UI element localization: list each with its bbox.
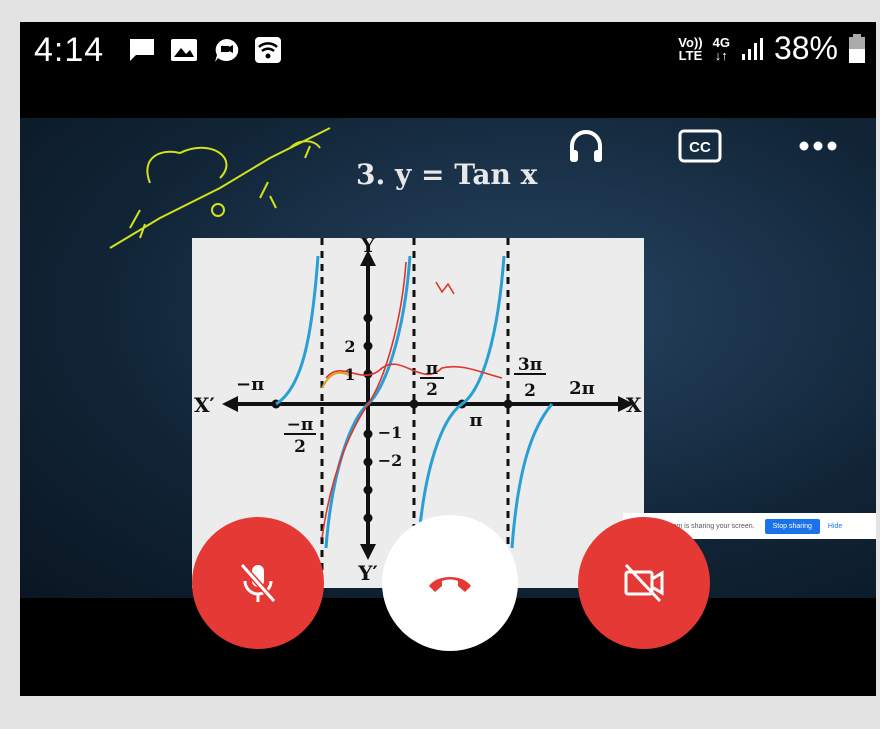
label-y2: 2 [344, 337, 355, 356]
label-neg-pi-half-den: 2 [294, 437, 306, 457]
headphones-icon [570, 130, 602, 162]
signal-icon [741, 37, 763, 60]
label-pi-half-num: π [426, 359, 438, 379]
label-3pi-half-num: 3π [518, 355, 542, 375]
slide-title: 3. y = Tan x [356, 158, 538, 191]
label-y1: 1 [344, 365, 355, 384]
volte-label: Vo)) [678, 34, 703, 50]
camera-toggle-button[interactable] [578, 517, 710, 649]
battery-icon [849, 33, 865, 63]
label-neg-pi-half-num: −π [287, 415, 314, 435]
axis-x-label: X [626, 393, 642, 417]
hide-button[interactable]: Hide [828, 523, 842, 530]
message-icon [130, 39, 154, 61]
camera-off-icon [624, 563, 664, 603]
label-pi: π [469, 410, 482, 431]
captions-button[interactable]: CC [676, 122, 724, 170]
cc-text: CC [689, 139, 711, 156]
mute-button[interactable] [192, 517, 324, 649]
battery-percent: 38% [773, 30, 838, 66]
axis-y-label: Y [360, 238, 376, 257]
more-options-button[interactable] [794, 122, 842, 170]
phone-screen: 4:14 Vo)) LTE 4G ↓↑ 38% 3. y = Tan x CC … [20, 22, 876, 696]
audio-output-button[interactable] [562, 122, 610, 170]
end-call-button[interactable] [382, 515, 518, 651]
status-time: 4:14 [34, 31, 105, 69]
status-bar: 4:14 Vo)) LTE 4G ↓↑ 38% [20, 22, 876, 82]
more-icon [799, 141, 837, 151]
label-yneg2: −2 [378, 451, 403, 470]
label-3pi-half-den: 2 [524, 381, 536, 401]
label-pi-half-den: 2 [426, 380, 438, 400]
axis-yneg-label: Y′ [357, 561, 378, 585]
wifi-icon [255, 37, 281, 63]
stop-sharing-button[interactable]: Stop sharing [764, 518, 820, 534]
status-right: Vo)) LTE 4G ↓↑ 38% [678, 30, 866, 67]
mic-off-icon [239, 563, 277, 603]
image-icon [171, 39, 197, 61]
label-neg-pi: −π [236, 374, 264, 395]
notification-icons [128, 36, 282, 64]
closed-captions-icon: CC [678, 129, 722, 163]
label-2pi: 2π [569, 378, 595, 399]
label-yneg1: −1 [378, 423, 403, 442]
chat-icon [215, 38, 239, 62]
lte-label: LTE [678, 47, 703, 63]
end-call-icon [429, 577, 471, 592]
axis-xneg-label: X′ [194, 393, 215, 417]
4g-label: 4G [712, 34, 730, 50]
